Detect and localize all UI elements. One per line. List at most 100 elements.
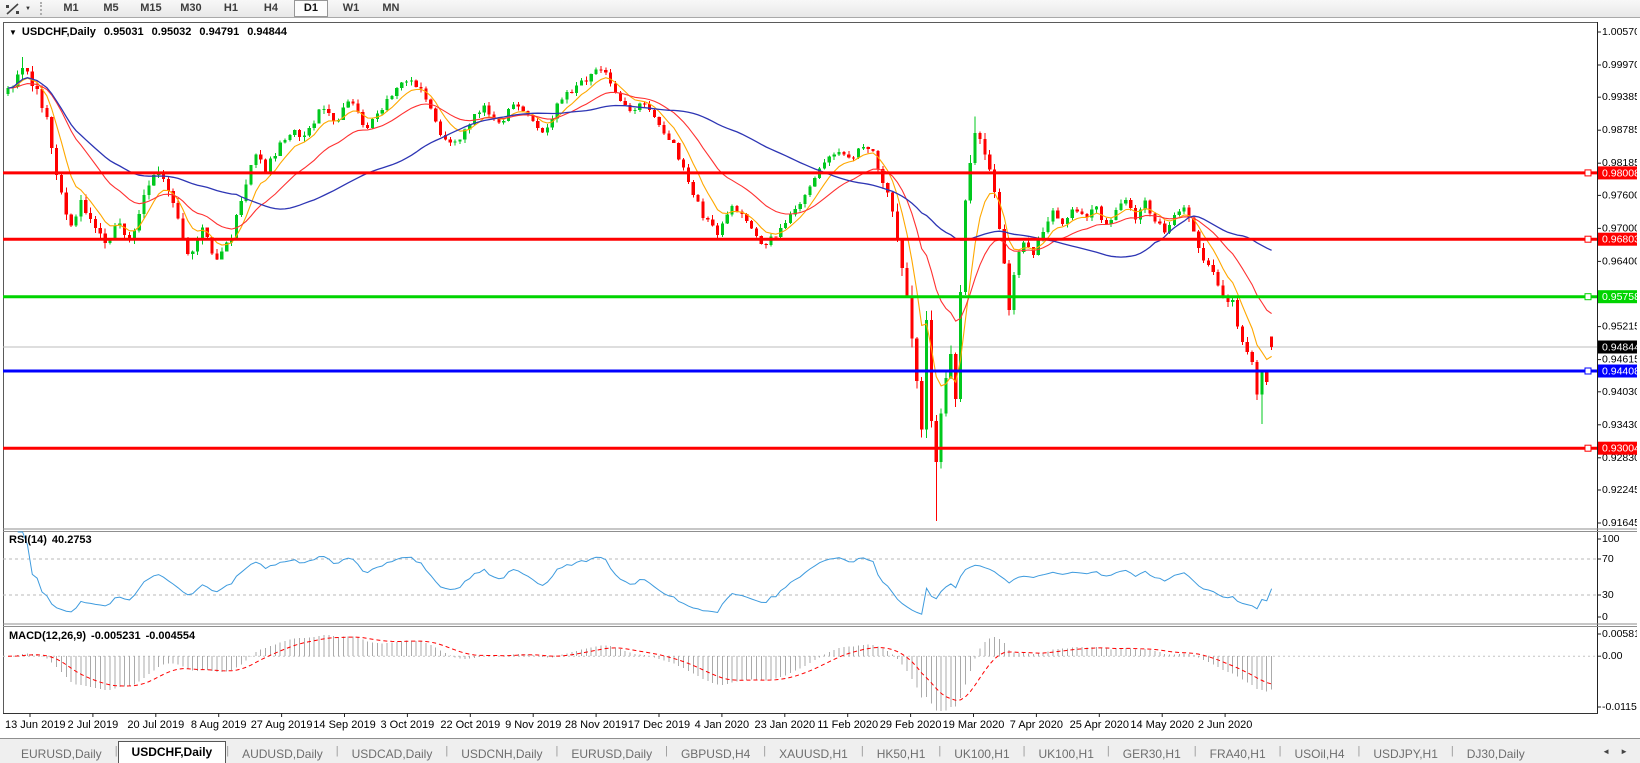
tab-usdchf-daily[interactable]: USDCHF,Daily: [117, 741, 227, 763]
ma-medium-line: [7, 83, 1272, 322]
chart-title: ▼ USDCHF,Daily 0.95031 0.95032 0.94791 0.9484…: [9, 26, 287, 38]
timeframe-h4-button[interactable]: H4: [254, 0, 288, 17]
date-axis-label: 14 Sep 2019: [313, 719, 375, 731]
tab-uk100-h1[interactable]: UK100,H1: [1026, 745, 1107, 763]
tab-usdjpy-h1[interactable]: USDJPY,H1: [1360, 745, 1450, 763]
hline-handle[interactable]: [1584, 169, 1592, 177]
macd-axis: 0.005818 0.00 -0.011514: [1597, 628, 1637, 713]
price-axis-label: 0.99970: [1602, 59, 1637, 71]
tab-scroll-left-icon[interactable]: ◄: [1602, 747, 1610, 756]
tab-eurusd-daily[interactable]: EURUSD,Daily: [8, 745, 115, 763]
tab-gbpusd-h4[interactable]: GBPUSD,H4: [668, 745, 763, 763]
tab-usdcad-daily[interactable]: USDCAD,Daily: [339, 745, 446, 763]
date-axis-label: 14 May 2020: [1130, 719, 1194, 731]
line-studies-tool-icon[interactable]: [5, 2, 23, 16]
chart-frame: [3, 22, 1637, 714]
hline-label-text: 0.94408: [1602, 366, 1637, 378]
rsi-axis: 100 70 30 0: [1597, 533, 1620, 623]
price-axis-label: 0.97600: [1602, 189, 1637, 201]
tab-uk100-h1[interactable]: UK100,H1: [941, 745, 1022, 763]
toolbar-grip: [39, 2, 42, 15]
macd-title: MACD(12,26,9): [9, 630, 87, 642]
tool-dropdown-caret-icon[interactable]: ▼: [25, 6, 31, 12]
price-axis-label: 0.94030: [1602, 386, 1637, 398]
price-axis-label: 0.97000: [1602, 222, 1637, 234]
date-axis-label: 17 Dec 2019: [628, 719, 690, 731]
date-axis-label: 7 Apr 2020: [1010, 719, 1063, 731]
tab-xauusd-h1[interactable]: XAUUSD,H1: [766, 745, 861, 763]
timeframe-buttons: M1 M5 M15 M30 H1 H4 D1 W1 MN: [51, 0, 411, 17]
hline-handle[interactable]: [1584, 293, 1592, 301]
tab-scroll-right-icon[interactable]: ►: [1620, 747, 1628, 756]
rsi-axis-label: 0: [1602, 611, 1608, 623]
date-axis-label: 13 Jun 2019: [5, 719, 66, 731]
timeframe-m1-button[interactable]: M1: [54, 0, 88, 17]
hline-handle[interactable]: [1584, 367, 1592, 375]
collapse-triangle-icon[interactable]: ▼: [9, 28, 17, 37]
date-axis-label: 28 Nov 2019: [565, 719, 627, 731]
hline-handle[interactable]: [1584, 235, 1592, 243]
timeframe-mn-button[interactable]: MN: [374, 0, 408, 17]
chart-symbol-period: USDCHF,Daily: [21, 26, 96, 38]
ma-fast-line: [7, 77, 1272, 387]
price-axis-label: 0.94615: [1602, 354, 1637, 366]
date-axis-label: 4 Jan 2020: [695, 719, 749, 731]
tab-hk50-h1[interactable]: HK50,H1: [864, 745, 939, 763]
macd-axis-label: 0.005818: [1602, 628, 1637, 640]
date-axis-label: 8 Aug 2019: [191, 719, 247, 731]
quote-open: 0.95031: [103, 26, 144, 38]
price-axis-label: 0.95215: [1602, 321, 1637, 333]
timeframe-m5-button[interactable]: M5: [94, 0, 128, 17]
rsi-axis-label: 70: [1602, 553, 1614, 565]
toolbar: ▼ M1 M5 M15 M30 H1 H4 D1 W1 MN: [0, 0, 1640, 18]
price-axis-label: 0.93430: [1602, 419, 1637, 431]
chart-canvas[interactable]: 1.005700.999700.993850.987850.981850.976…: [3, 22, 1637, 736]
tab-eurusd-daily[interactable]: EURUSD,Daily: [558, 745, 665, 763]
rsi-axis-label: 100: [1602, 533, 1620, 545]
quote-low: 0.94791: [199, 26, 240, 38]
price-axis-label: 0.91645: [1602, 517, 1637, 529]
date-axis-label: 19 Mar 2020: [943, 719, 1005, 731]
macd-axis-label: 0.00: [1602, 650, 1623, 662]
rsi-header: RSI(14) 40.2753: [9, 534, 97, 546]
date-axis-label: 23 Jan 2020: [755, 719, 816, 731]
current-price-label-text: 0.94844: [1602, 342, 1637, 354]
hline-label-text: 0.93004: [1602, 443, 1637, 455]
hline-label-text: 0.95758: [1602, 291, 1637, 303]
tab-dj30-daily[interactable]: DJ30,Daily: [1454, 745, 1538, 763]
tab-usdcnh-daily[interactable]: USDCNH,Daily: [448, 745, 555, 763]
tab-bar: EURUSD,Daily | USDCHF,Daily | AUDUSD,Daily | U…: [0, 738, 1640, 763]
date-axis-label: 25 Apr 2020: [1070, 719, 1129, 731]
hline-label-text: 0.98008: [1602, 167, 1637, 179]
price-axis-label: 0.92245: [1602, 484, 1637, 496]
date-axis-label: 2 Jul 2019: [68, 719, 119, 731]
price-axis-label: 0.98785: [1602, 124, 1637, 136]
timeframe-d1-button[interactable]: D1: [293, 0, 328, 17]
quote-high: 0.95032: [151, 26, 192, 38]
tab-usoil-h4[interactable]: USOil,H4: [1282, 745, 1358, 763]
timeframe-m15-button[interactable]: M15: [134, 0, 168, 17]
timeframe-m30-button[interactable]: M30: [174, 0, 208, 17]
macd-value-signal: -0.004554: [145, 630, 196, 642]
tab-fra40-h1[interactable]: FRA40,H1: [1197, 745, 1279, 763]
quote-close: 0.94844: [247, 26, 287, 38]
tab-list: EURUSD,Daily | USDCHF,Daily | AUDUSD,Daily | U…: [0, 739, 1538, 763]
rsi-axis-label: 30: [1602, 589, 1614, 601]
date-axis-label: 29 Feb 2020: [880, 719, 942, 731]
candles-layer: [6, 56, 1274, 522]
price-axis-label: 0.99385: [1602, 91, 1637, 103]
date-axis-label: 3 Oct 2019: [380, 719, 434, 731]
tab-audusd-daily[interactable]: AUDUSD,Daily: [229, 745, 336, 763]
hline-handle[interactable]: [1584, 444, 1592, 452]
rsi-line: [17, 531, 1273, 615]
date-axis-label: 20 Jul 2019: [127, 719, 184, 731]
tab-scroll-arrows: ◄ ►: [1602, 739, 1640, 763]
tab-ger30-h1[interactable]: GER30,H1: [1110, 745, 1194, 763]
timeframe-h1-button[interactable]: H1: [214, 0, 248, 17]
macd-histogram: [12, 635, 1273, 711]
price-axis-label: 0.96400: [1602, 255, 1637, 267]
timeframe-w1-button[interactable]: W1: [334, 0, 368, 17]
date-axis-label: 2 Jun 2020: [1198, 719, 1252, 731]
rsi-value: 40.2753: [51, 534, 92, 546]
date-axis: 13 Jun 2019 2 Jul 2019 20 Jul 2019 8 Aug 20…: [5, 713, 1252, 731]
